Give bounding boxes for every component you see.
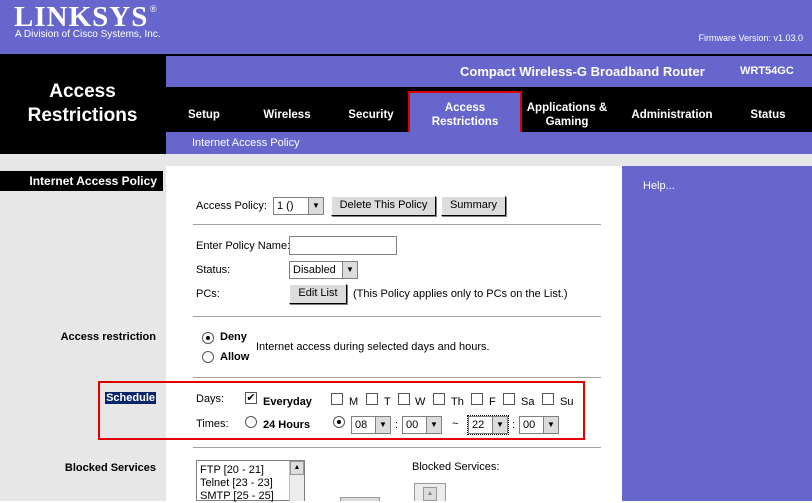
tab-security[interactable]: Security bbox=[340, 108, 402, 122]
end-min-value: 00 bbox=[523, 419, 536, 431]
product-name: Compact Wireless-G Broadband Router bbox=[460, 64, 705, 79]
access-policy-value: 1 () bbox=[277, 200, 294, 212]
day-label-f: F bbox=[489, 396, 496, 408]
day-checkbox-th[interactable] bbox=[433, 393, 445, 405]
policy-name-input[interactable] bbox=[289, 236, 397, 255]
restriction-note: Internet access during selected days and… bbox=[256, 341, 490, 353]
add-service-button[interactable] bbox=[340, 497, 380, 501]
end-min-select[interactable]: 00 ▼ bbox=[519, 416, 559, 434]
status-select[interactable]: Disabled ▼ bbox=[289, 261, 358, 279]
list-item[interactable]: Telnet [23 - 23] bbox=[200, 477, 274, 490]
allow-radio[interactable] bbox=[202, 351, 214, 363]
end-hour-select[interactable]: 22 ▼ bbox=[467, 415, 509, 435]
subtab-internet-access-policy[interactable]: Internet Access Policy bbox=[192, 137, 300, 149]
tab-setup[interactable]: Setup bbox=[182, 108, 226, 122]
day-label-sa: Sa bbox=[521, 396, 535, 408]
tab-apps-line1: Applications & bbox=[526, 102, 608, 114]
services-list: FTP [20 - 21] Telnet [23 - 23] SMTP [25 … bbox=[200, 464, 274, 503]
logo-subtitle: A Division of Cisco Systems, Inc. bbox=[15, 29, 161, 40]
access-policy-label: Access Policy: bbox=[196, 200, 267, 212]
status-label: Status: bbox=[196, 264, 231, 276]
day-label-su: Su bbox=[560, 396, 574, 408]
start-hour-value: 08 bbox=[355, 419, 368, 431]
list-item[interactable]: SMTP [25 - 25] bbox=[200, 490, 274, 503]
registered-mark: ® bbox=[150, 4, 157, 14]
blocked-services-label: Blocked Services: bbox=[412, 461, 500, 473]
pcs-note: (This Policy applies only to PCs on the … bbox=[353, 288, 568, 300]
tab-access-line1: Access bbox=[444, 102, 486, 114]
time-tilde: ~ bbox=[452, 418, 459, 430]
tab-apps-line2: Gaming bbox=[545, 116, 589, 128]
access-policy-select[interactable]: 1 () ▼ bbox=[273, 197, 324, 215]
hours24-label: 24 Hours bbox=[263, 419, 311, 431]
day-label-m: M bbox=[349, 396, 359, 408]
times-label: Times: bbox=[196, 418, 229, 430]
list-item[interactable]: FTP [20 - 21] bbox=[200, 464, 274, 477]
tab-wireless[interactable]: Wireless bbox=[254, 108, 320, 122]
end-hour-value: 22 bbox=[472, 419, 485, 431]
firmware-version: Firmware Version: v1.03.0 bbox=[698, 33, 803, 43]
tab-access-restrictions[interactable]: Access Restrictions bbox=[410, 101, 520, 129]
day-checkbox-sa[interactable] bbox=[503, 393, 515, 405]
everyday-label: Everyday bbox=[263, 396, 312, 408]
tab-status[interactable]: Status bbox=[742, 108, 794, 122]
label-access-restriction: Access restriction bbox=[60, 331, 156, 343]
separator bbox=[193, 447, 601, 449]
status-value: Disabled bbox=[293, 264, 336, 276]
start-min-value: 00 bbox=[406, 419, 419, 431]
delete-policy-button[interactable]: Delete This Policy bbox=[331, 196, 436, 216]
scroll-up-icon[interactable]: ▲ bbox=[290, 461, 304, 475]
tab-applications-gaming[interactable]: Applications & Gaming bbox=[522, 101, 612, 129]
start-min-select[interactable]: 00 ▼ bbox=[402, 416, 442, 434]
hours24-radio[interactable] bbox=[245, 416, 257, 428]
chevron-down-icon: ▼ bbox=[426, 417, 441, 433]
start-hour-select[interactable]: 08 ▼ bbox=[351, 416, 391, 434]
divider-strip bbox=[0, 154, 812, 166]
page-title-line1: Access bbox=[49, 81, 116, 102]
chevron-down-icon: ▼ bbox=[308, 198, 323, 214]
tab-access-line2: Restrictions bbox=[431, 116, 499, 128]
tab-administration[interactable]: Administration bbox=[624, 108, 720, 122]
policy-name-label: Enter Policy Name: bbox=[196, 240, 291, 252]
services-scrollbar[interactable]: ▲ bbox=[289, 461, 304, 501]
everyday-checkbox[interactable]: ✔ bbox=[245, 392, 257, 404]
day-checkbox-f[interactable] bbox=[471, 393, 483, 405]
separator bbox=[193, 377, 601, 379]
highlight-box-schedule bbox=[98, 381, 585, 440]
services-listbox[interactable]: FTP [20 - 21] Telnet [23 - 23] SMTP [25 … bbox=[196, 460, 305, 503]
day-label-w: W bbox=[415, 396, 426, 408]
page-title-line2: Restrictions bbox=[27, 105, 138, 126]
day-checkbox-su[interactable] bbox=[542, 393, 554, 405]
deny-radio[interactable] bbox=[202, 332, 214, 344]
help-link[interactable]: Help... bbox=[643, 180, 675, 192]
chevron-down-icon: ▼ bbox=[492, 417, 507, 433]
day-label-t: T bbox=[384, 396, 391, 408]
day-checkbox-m[interactable] bbox=[331, 393, 343, 405]
time-colon: : bbox=[395, 419, 399, 431]
label-blocked-services: Blocked Services bbox=[64, 462, 156, 474]
pcs-label: PCs: bbox=[196, 288, 220, 300]
day-checkbox-w[interactable] bbox=[398, 393, 410, 405]
deny-label: Deny bbox=[220, 331, 247, 343]
edit-list-button[interactable]: Edit List bbox=[289, 284, 347, 304]
chevron-down-icon: ▼ bbox=[375, 417, 390, 433]
separator bbox=[193, 316, 601, 318]
days-label: Days: bbox=[196, 393, 225, 405]
allow-label: Allow bbox=[220, 351, 250, 363]
separator bbox=[193, 224, 601, 226]
time-colon: : bbox=[512, 419, 516, 431]
chevron-down-icon: ▼ bbox=[342, 262, 357, 278]
blocked-services-listbox[interactable]: ▲ bbox=[414, 483, 446, 501]
day-checkbox-t[interactable] bbox=[366, 393, 378, 405]
page-title: Access Restrictions bbox=[0, 80, 165, 128]
model-name: WRT54GC bbox=[740, 65, 794, 77]
scroll-up-icon[interactable]: ▲ bbox=[423, 487, 437, 501]
chevron-down-icon: ▼ bbox=[543, 417, 558, 433]
time-range-radio[interactable] bbox=[333, 416, 345, 428]
section-heading: Internet Access Policy bbox=[0, 171, 163, 191]
day-label-th: Th bbox=[451, 396, 464, 408]
summary-button[interactable]: Summary bbox=[441, 196, 506, 216]
help-panel bbox=[622, 166, 812, 501]
